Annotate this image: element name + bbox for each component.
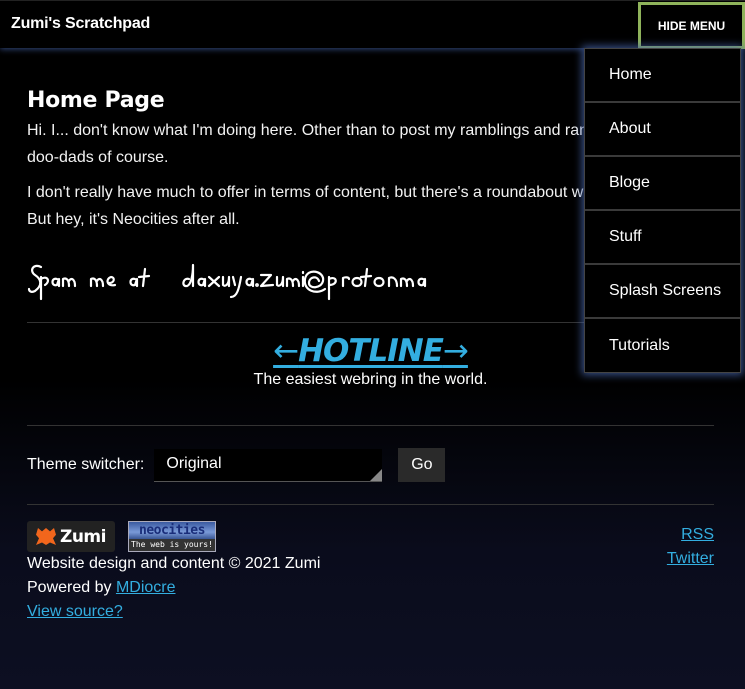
twitter-link[interactable]: Twitter	[667, 547, 714, 571]
footer-badges: Zumi neocities The web is yours!	[27, 521, 714, 552]
copyright-text: Website design and content © 2021 Zumi	[27, 555, 321, 572]
webring-name[interactable]: HOTLINE	[298, 333, 444, 369]
neocities-badge-title: neocities	[139, 523, 205, 538]
nav-item-home[interactable]: Home	[585, 49, 740, 103]
hide-menu-button[interactable]: HIDE MENU	[638, 2, 745, 49]
footer: Zumi neocities The web is yours! Website…	[27, 521, 714, 624]
signature-image	[27, 263, 427, 301]
neocities-badge-slogan: The web is yours!	[129, 539, 215, 551]
view-source-link[interactable]: View source?	[27, 603, 123, 620]
rss-link[interactable]: RSS	[667, 523, 714, 547]
content-line-2: But hey, it's Neocities after all.	[27, 211, 240, 228]
powered-by-label: Powered by	[27, 579, 116, 596]
webring-link[interactable]: ←HOTLINE→	[273, 333, 469, 369]
site-title[interactable]: Zumi's Scratchpad	[11, 15, 150, 33]
divider	[27, 504, 714, 505]
nav-item-tutorials[interactable]: Tutorials	[585, 319, 740, 373]
webring-next-arrow[interactable]: →	[443, 333, 469, 369]
top-bar: Zumi's Scratchpad HIDE MENU	[0, 0, 745, 49]
dropdown-corner-icon	[370, 468, 383, 481]
divider	[27, 425, 714, 426]
zumi-badge-text: Zumi	[60, 526, 106, 547]
handwritten-email-signature	[27, 255, 427, 305]
nav-menu: Home About Bloge Stuff Splash Screens Tu…	[584, 48, 741, 373]
intro-line-2: doo-dads of course.	[27, 149, 169, 166]
nav-item-bloge[interactable]: Bloge	[585, 157, 740, 211]
powered-by: Powered by MDiocre	[27, 576, 714, 600]
theme-select[interactable]: Original	[154, 448, 383, 482]
nav-item-stuff[interactable]: Stuff	[585, 211, 740, 265]
zumi-logo-icon	[36, 528, 56, 545]
nav-item-about[interactable]: About	[585, 103, 740, 157]
webring-prev-arrow[interactable]: ←	[273, 333, 299, 369]
mdiocre-link[interactable]: MDiocre	[116, 579, 176, 596]
view-source-line: View source?	[27, 600, 714, 624]
theme-switcher: Theme switcher: Original Go	[27, 448, 714, 482]
zumi-badge[interactable]: Zumi	[27, 521, 115, 552]
neocities-badge[interactable]: neocities The web is yours!	[128, 521, 216, 552]
intro-line-1: Hi. I... don't know what I'm doing here.…	[27, 122, 620, 139]
content-line-1: I don't really have much to offer in ter…	[27, 184, 604, 201]
theme-select-value: Original	[166, 454, 222, 472]
nav-item-splash-screens[interactable]: Splash Screens	[585, 265, 740, 319]
theme-go-button[interactable]: Go	[398, 448, 446, 482]
webring-tagline: The easiest webring in the world.	[253, 371, 488, 388]
footer-links: RSS Twitter	[667, 523, 714, 571]
theme-switcher-label: Theme switcher:	[27, 456, 145, 473]
